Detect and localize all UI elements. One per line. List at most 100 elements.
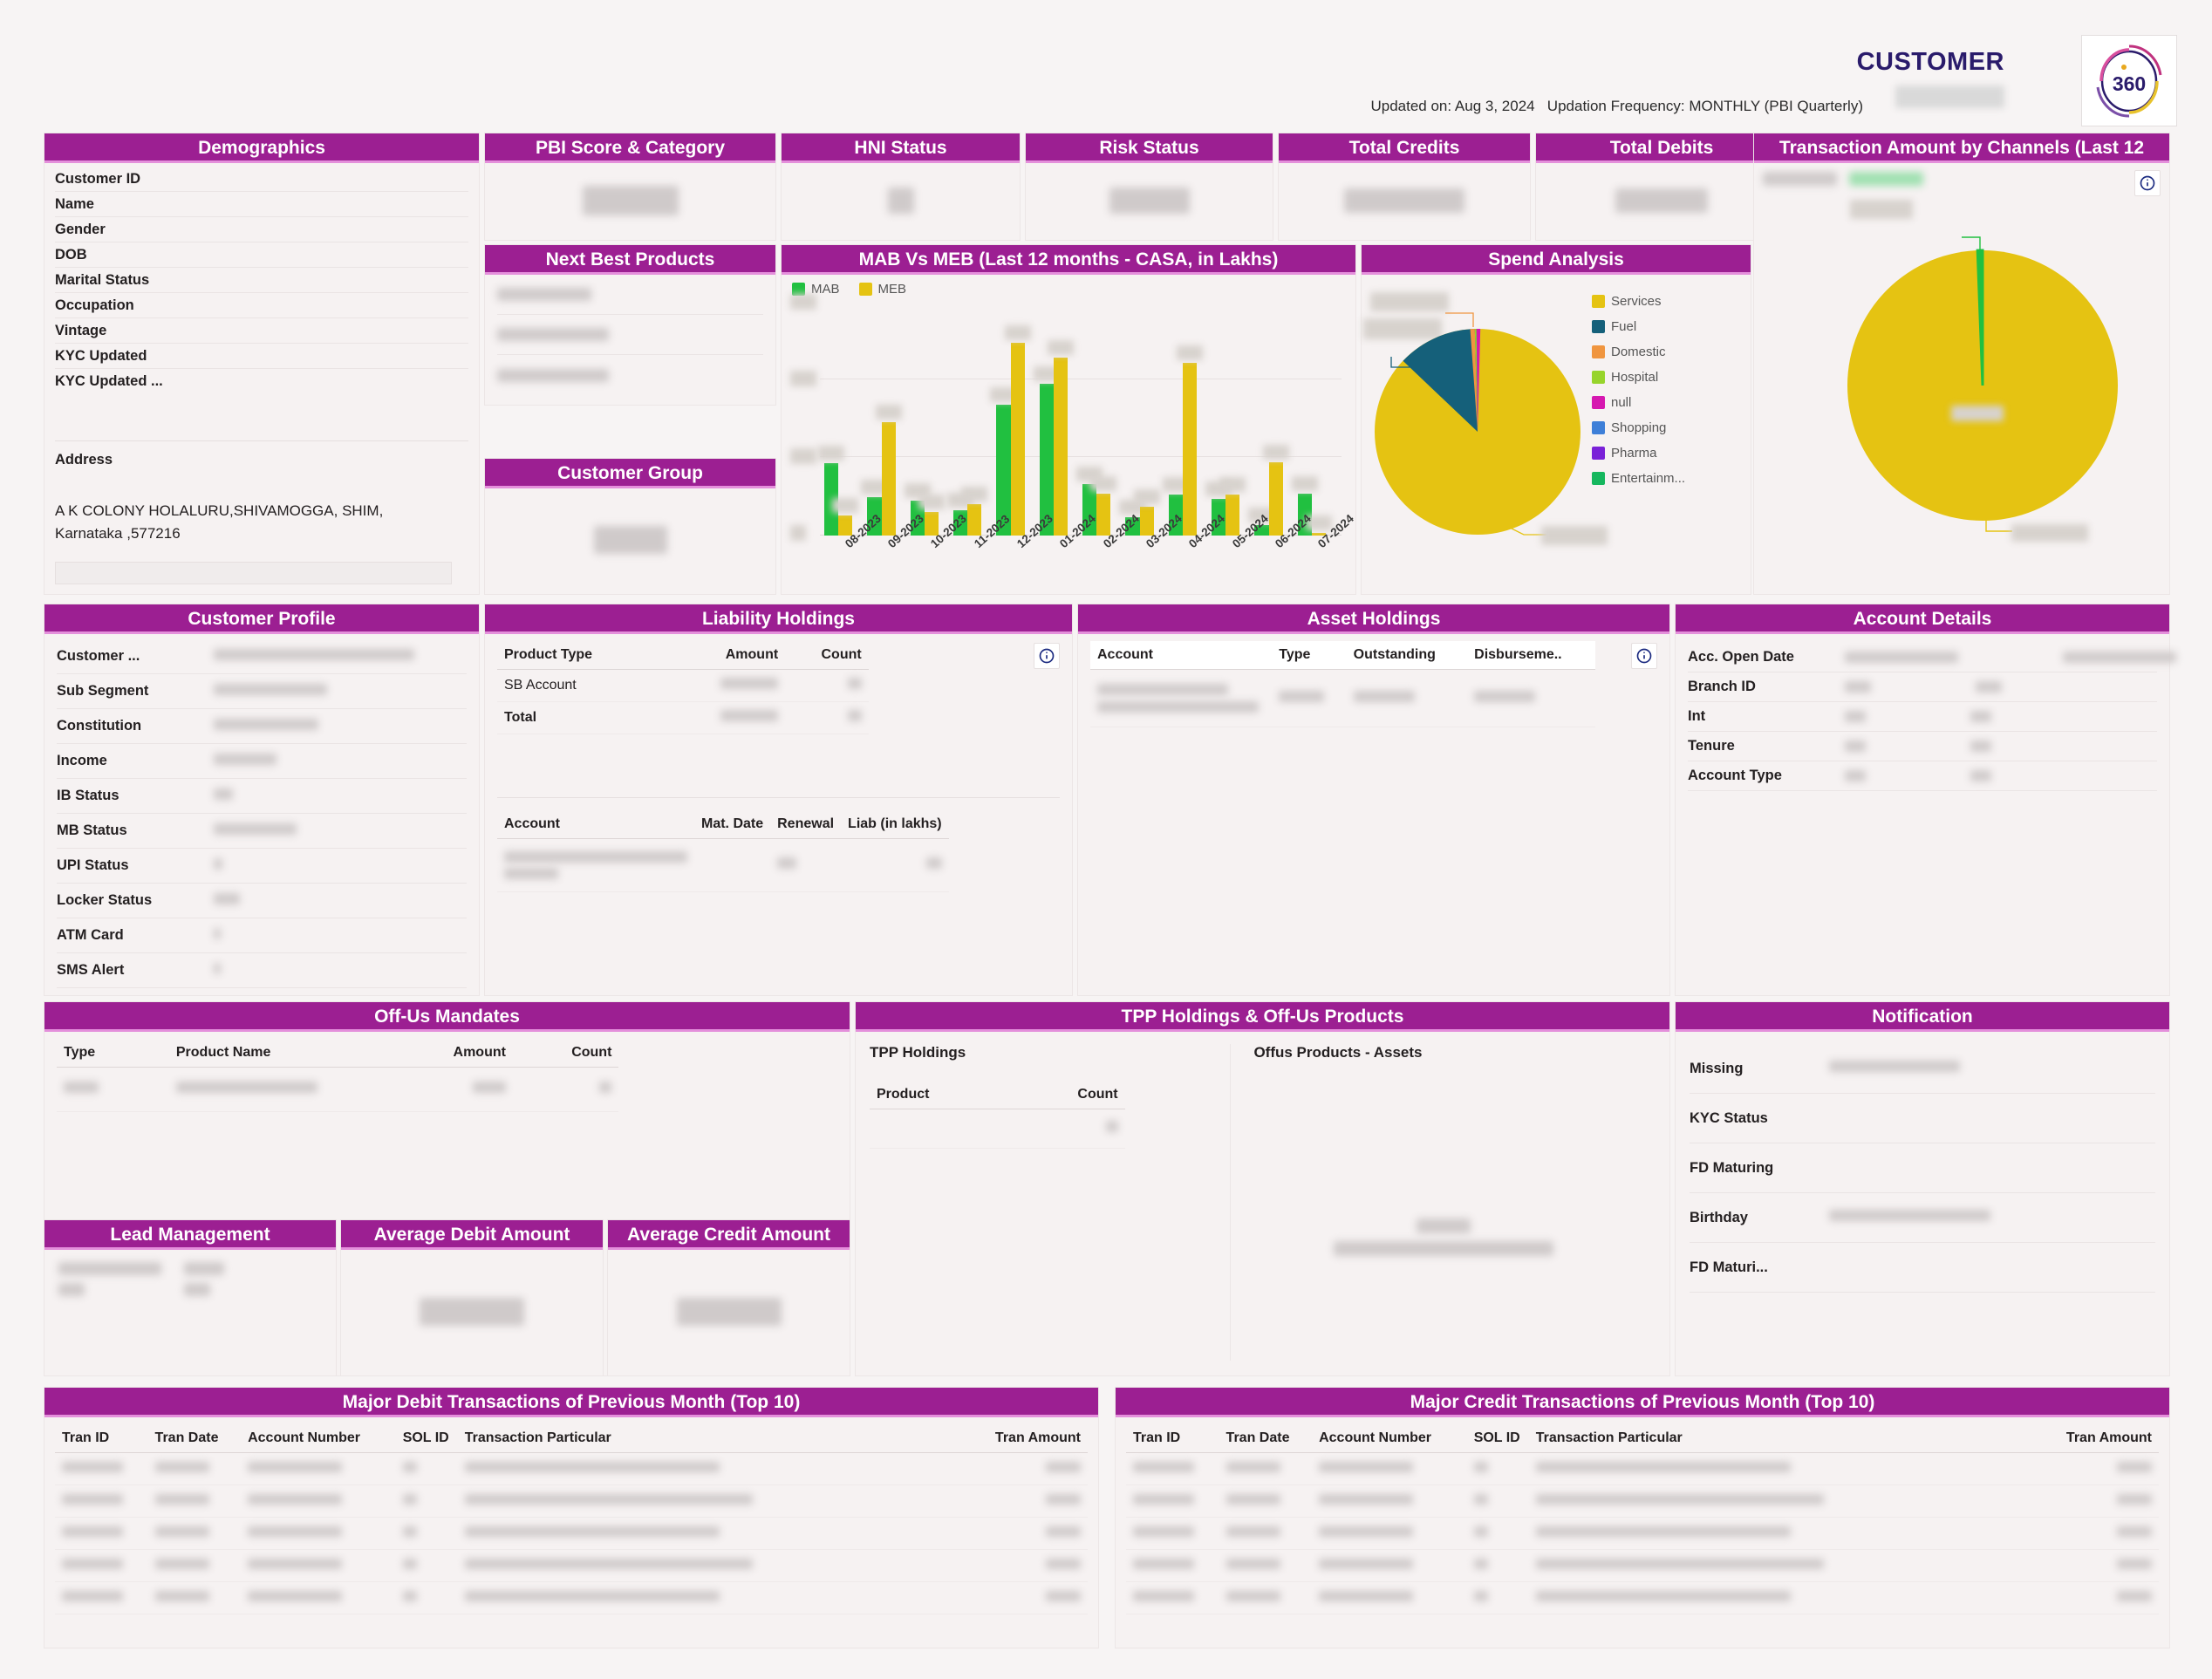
table-row	[55, 1549, 1088, 1582]
bar-value-label-redacted	[817, 445, 845, 461]
legend-swatch-shopping	[1592, 421, 1605, 434]
table-header-row: Account Type Outstanding Disburseme..	[1090, 641, 1595, 670]
empty-message-redacted	[1416, 1218, 1471, 1233]
cell-redacted	[62, 1462, 123, 1472]
legend-label: Domestic	[1611, 345, 1666, 359]
panel-title-hni-status: HNI Status	[782, 133, 1020, 163]
panel-demographics: Demographics Customer ID Name Gender DOB…	[44, 133, 480, 595]
cell-redacted	[1319, 1462, 1414, 1472]
cell-redacted	[1046, 1559, 1081, 1569]
panel-title-account-details: Account Details	[1676, 604, 2169, 634]
bar-value-label-redacted	[1047, 340, 1075, 356]
cell-redacted	[248, 1462, 343, 1472]
cell-redacted	[248, 1494, 343, 1505]
legend-swatch-fuel	[1592, 320, 1605, 333]
row-label: Sub Segment	[57, 683, 149, 699]
lead-value-redacted	[184, 1283, 210, 1296]
bar-value-label-redacted	[875, 405, 902, 420]
cell-redacted	[464, 1462, 720, 1472]
next-best-product-row[interactable]	[497, 355, 763, 395]
product-name-redacted	[497, 328, 609, 341]
legend-item[interactable]: Services	[1592, 294, 1742, 309]
cell-redacted	[62, 1559, 123, 1569]
next-best-product-row[interactable]	[497, 315, 763, 355]
cell-redacted	[248, 1559, 343, 1569]
customer-group-value-redacted	[593, 526, 667, 554]
table-row	[1126, 1452, 2159, 1485]
row-label: Tenure	[1688, 738, 1735, 754]
panel-tpp-holdings-offus: TPP Holdings & Off-Us Products TPP Holdi…	[855, 1001, 1670, 1376]
legend-item[interactable]: Entertainm...	[1592, 471, 1742, 486]
cell-redacted	[1225, 1559, 1280, 1569]
legend-item[interactable]: Fuel	[1592, 319, 1742, 334]
cell-account-redacted	[1097, 684, 1228, 695]
yaxis-tick-redacted	[790, 294, 816, 310]
legend-label: Pharma	[1611, 446, 1657, 461]
bar-meb-01-2024	[1053, 358, 1068, 536]
cell-redacted	[2117, 1462, 2152, 1472]
legend-item[interactable]: null	[1592, 395, 1742, 410]
cell-account-redacted	[504, 851, 687, 863]
cell-redacted	[1133, 1591, 1194, 1601]
info-icon[interactable]	[1631, 643, 1657, 669]
legend-item[interactable]: Hospital	[1592, 370, 1742, 385]
legend-label-meb: MEB	[877, 282, 907, 297]
account-details-row: Acc. Open Date	[1688, 643, 2176, 672]
major-debit-table: Tran ID Tran Date Account Number SOL ID Tran…	[55, 1424, 1088, 1614]
redacted-value	[214, 648, 414, 660]
panel-title-transaction-channels: Transaction Amount by Channels (Last 12	[1754, 133, 2169, 163]
cell-product-type: SB Account	[497, 669, 676, 702]
bar-meb-02-2024	[1096, 493, 1111, 536]
address-label: Address	[55, 452, 113, 468]
demographics-row: KYC Updated	[55, 344, 468, 369]
col-count: Count	[1010, 1081, 1125, 1109]
legend-swatch-domestic	[1592, 345, 1605, 358]
row-label: Branch ID	[1688, 679, 1756, 694]
customer-profile-row: SMS Alert	[57, 953, 467, 988]
next-best-product-row[interactable]	[497, 275, 763, 315]
redacted-value	[214, 788, 233, 800]
cell-liab-redacted	[925, 857, 942, 869]
legend-label: Fuel	[1611, 319, 1637, 334]
panel-title-customer-profile: Customer Profile	[44, 604, 479, 634]
panel-title-risk-status: Risk Status	[1026, 133, 1273, 163]
legend-label: Shopping	[1611, 420, 1667, 435]
bar-value-label-redacted	[1004, 324, 1031, 340]
row-label: DOB	[55, 246, 87, 263]
table-row: Total	[497, 701, 869, 734]
spend-pie-chart	[1363, 282, 1608, 584]
legend-item[interactable]: Domestic	[1592, 345, 1742, 359]
lead-value-redacted	[58, 1262, 161, 1275]
cell-redacted	[248, 1526, 343, 1537]
redacted-value-col2	[1970, 711, 1991, 722]
table-row	[1126, 1517, 2159, 1550]
account-details-row: Branch ID	[1688, 672, 2157, 702]
legend-item[interactable]: Pharma	[1592, 446, 1742, 461]
table-row	[497, 838, 949, 892]
notification-row: FD Maturi...	[1690, 1243, 2155, 1293]
cell-redacted	[154, 1462, 209, 1472]
cell-redacted	[62, 1526, 123, 1537]
cell-redacted	[1473, 1526, 1488, 1537]
cell-redacted	[402, 1494, 417, 1505]
info-icon[interactable]	[1034, 643, 1060, 669]
col-amount: Amount	[675, 641, 786, 670]
legend-item[interactable]: Shopping	[1592, 420, 1742, 435]
cell-redacted	[154, 1526, 209, 1537]
panel-title-asset-holdings: Asset Holdings	[1078, 604, 1669, 634]
panel-title-liability-holdings: Liability Holdings	[485, 604, 1072, 634]
bar-value-label-redacted	[1133, 488, 1160, 504]
panel-title-tpp-holdings: TPP Holdings & Off-Us Products	[856, 1002, 1669, 1032]
cell-redacted	[464, 1559, 753, 1569]
bar-meb-11-2023	[967, 503, 982, 536]
redacted-value-col1	[1845, 770, 1866, 781]
row-label: KYC Updated ...	[55, 373, 163, 389]
dashboard-page: CUSTOMER Updated on: Aug 3, 2024 Updatio…	[0, 0, 2212, 1679]
product-name-redacted	[497, 288, 591, 301]
panel-mab-meb-chart: MAB Vs MEB (Last 12 months - CASA, in La…	[781, 244, 1356, 595]
demographics-row: Name	[55, 192, 468, 217]
col-outstanding: Outstanding	[1346, 641, 1468, 670]
frequency-label: Updation Frequency:	[1546, 98, 1685, 114]
row-label: FD Maturing	[1690, 1159, 1774, 1176]
cell-redacted	[1225, 1526, 1280, 1537]
